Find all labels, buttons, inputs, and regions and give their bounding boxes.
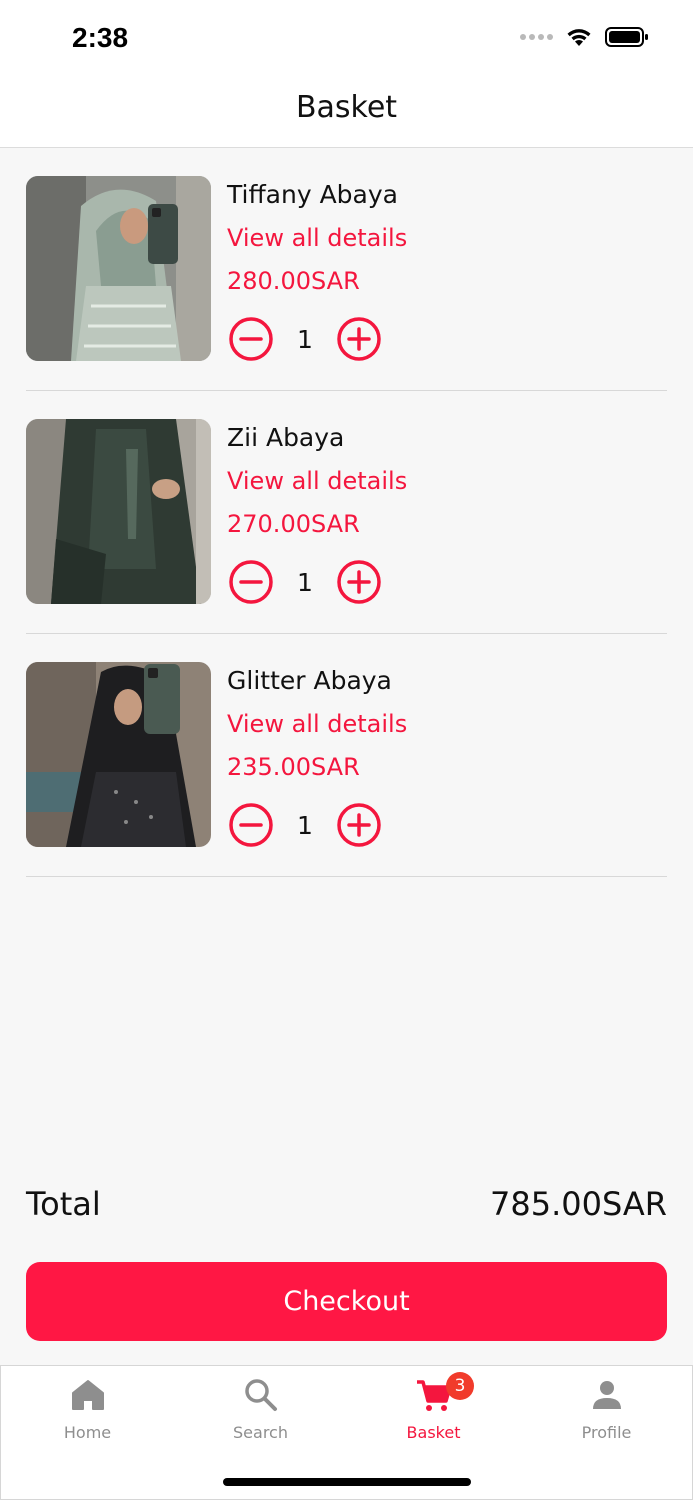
product-image[interactable] xyxy=(26,662,211,847)
tab-label: Search xyxy=(233,1423,288,1442)
quantity-stepper: 1 xyxy=(228,316,382,362)
battery-icon xyxy=(605,27,648,47)
product-price: 280.00SAR xyxy=(227,267,360,295)
product-price: 235.00SAR xyxy=(227,753,360,781)
quantity-stepper: 1 xyxy=(228,802,382,848)
page-title: Basket xyxy=(295,90,398,125)
home-indicator xyxy=(223,1478,471,1486)
home-icon xyxy=(71,1380,104,1410)
wifi-icon xyxy=(567,29,591,46)
total-value: 785.00SAR xyxy=(490,1185,667,1223)
product-image[interactable] xyxy=(26,176,211,361)
plus-circle-icon[interactable] xyxy=(336,316,382,362)
total-label: Total xyxy=(26,1185,101,1223)
status-icons xyxy=(520,26,649,48)
minus-circle-icon[interactable] xyxy=(228,802,274,848)
product-name: Tiffany Abaya xyxy=(227,180,398,209)
tab-profile[interactable]: Profile xyxy=(520,1366,693,1466)
tab-home[interactable]: Home xyxy=(1,1366,174,1466)
basket-list: Tiffany Abaya View all details 280.00SAR… xyxy=(26,148,667,877)
tab-basket[interactable]: 3 Basket xyxy=(347,1366,520,1466)
quantity-stepper: 1 xyxy=(228,559,382,605)
quantity-value: 1 xyxy=(297,567,313,597)
total-row: Total 785.00SAR xyxy=(26,1185,667,1229)
tab-label: Basket xyxy=(406,1423,461,1442)
basket-item: Glitter Abaya View all details 235.00SAR… xyxy=(26,634,667,877)
view-details-link[interactable]: View all details xyxy=(227,710,407,738)
cart-count-badge: 3 xyxy=(446,1372,474,1400)
product-name: Glitter Abaya xyxy=(227,666,392,695)
minus-circle-icon[interactable] xyxy=(228,316,274,362)
quantity-value: 1 xyxy=(297,324,313,354)
minus-circle-icon[interactable] xyxy=(228,559,274,605)
basket-item: Tiffany Abaya View all details 280.00SAR… xyxy=(26,148,667,391)
search-icon xyxy=(244,1379,277,1411)
plus-circle-icon[interactable] xyxy=(336,802,382,848)
status-bar: 2:38 xyxy=(0,0,693,78)
product-price: 270.00SAR xyxy=(227,510,360,538)
checkout-button[interactable]: Checkout xyxy=(26,1262,667,1341)
basket-item: Zii Abaya View all details 270.00SAR 1 xyxy=(26,391,667,634)
view-details-link[interactable]: View all details xyxy=(227,467,407,495)
product-name: Zii Abaya xyxy=(227,423,345,452)
product-image[interactable] xyxy=(26,419,211,604)
plus-circle-icon[interactable] xyxy=(336,559,382,605)
person-icon xyxy=(592,1381,621,1409)
view-details-link[interactable]: View all details xyxy=(227,224,407,252)
tab-label: Home xyxy=(63,1423,112,1442)
quantity-value: 1 xyxy=(297,810,313,840)
cellular-signal-icon xyxy=(520,34,553,40)
tab-search[interactable]: Search xyxy=(174,1366,347,1466)
tab-label: Profile xyxy=(581,1423,632,1442)
status-time: 2:38 xyxy=(72,22,129,53)
nav-header: Basket xyxy=(0,78,693,148)
